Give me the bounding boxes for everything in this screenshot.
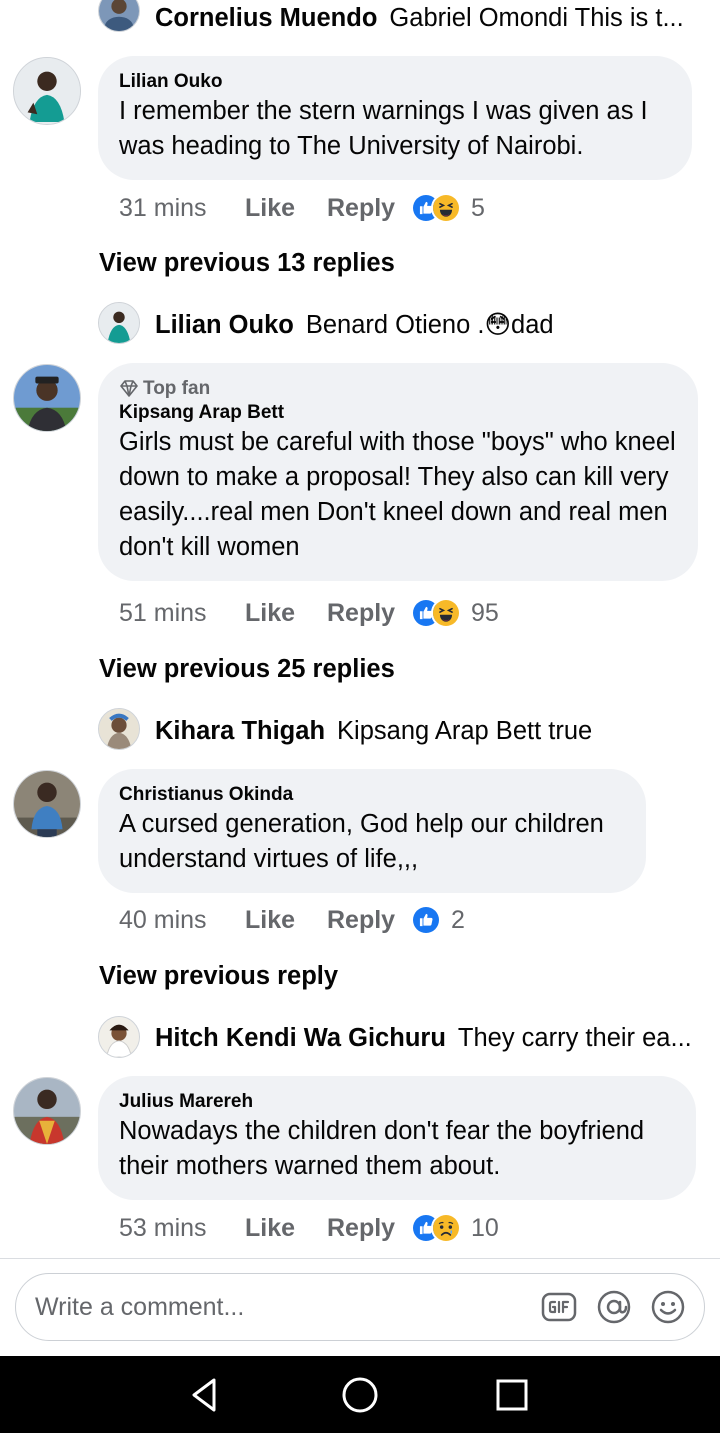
comment-meta: 40 mins Like Reply 2 (119, 903, 465, 937)
comment-bubble[interactable]: Christianus Okinda A cursed generation, … (98, 769, 646, 893)
reply-author-name[interactable]: Hitch Kendi Wa Gichuru (155, 1024, 446, 1053)
reply-avatar[interactable] (98, 1016, 140, 1058)
gif-icon[interactable] (541, 1289, 577, 1325)
reaction-count: 10 (471, 1213, 499, 1242)
comment-input[interactable] (35, 1274, 515, 1340)
reaction-count: 2 (451, 905, 465, 934)
haha-reaction-icon (431, 598, 461, 628)
like-reaction-icon (411, 905, 441, 935)
comment-author[interactable]: Lilian Ouko (119, 70, 670, 94)
reply-author-name[interactable]: Lilian Ouko (155, 311, 294, 340)
reply-text: They carry their ea... (457, 1023, 692, 1052)
comment-time[interactable]: 53 mins (119, 1214, 245, 1243)
commenter-avatar[interactable] (13, 1077, 81, 1145)
reply-avatar[interactable] (98, 708, 140, 750)
reply-button[interactable]: Reply (327, 599, 411, 628)
reply-text: Benard Otieno .😳dad (305, 311, 554, 339)
reply-text: Kipsang Arap Bett true (337, 716, 593, 745)
reaction-count: 95 (471, 598, 499, 627)
comment-text: Nowadays the children don't fear the boy… (119, 1117, 645, 1180)
sad-reaction-icon (431, 1213, 461, 1243)
reaction-summary[interactable]: 95 (411, 598, 499, 628)
back-icon[interactable] (184, 1374, 226, 1416)
comment-author[interactable]: Kipsang Arap Bett (119, 401, 676, 425)
reply-button[interactable]: Reply (327, 1214, 411, 1243)
comment-composer[interactable] (15, 1273, 705, 1341)
like-button[interactable]: Like (245, 906, 327, 935)
reply-author-name[interactable]: Kihara Thigah (155, 717, 325, 746)
reaction-count: 5 (471, 193, 485, 222)
comment-meta: 53 mins Like Reply 10 (119, 1211, 499, 1245)
comment-meta: 31 mins Like Reply 5 (119, 191, 485, 225)
comment-meta: 51 mins Like Reply 95 (119, 596, 499, 630)
comment-time[interactable]: 31 mins (119, 194, 245, 223)
commenter-avatar[interactable] (13, 57, 81, 125)
reply-avatar[interactable] (98, 302, 140, 344)
home-icon[interactable] (339, 1374, 381, 1416)
view-previous-replies-link[interactable]: View previous 25 replies (99, 655, 395, 684)
comment-bubble[interactable]: Julius Marereh Nowadays the children don… (98, 1076, 696, 1200)
commenter-avatar[interactable] (13, 770, 81, 838)
commenter-avatar[interactable] (13, 364, 81, 432)
view-previous-replies-link[interactable]: View previous 13 replies (99, 249, 395, 278)
comment-time[interactable]: 51 mins (119, 599, 245, 628)
recents-icon[interactable] (491, 1374, 533, 1416)
reply-avatar[interactable] (98, 0, 140, 32)
top-fan-badge: Top fan (119, 377, 676, 401)
comment-bubble[interactable]: Top fan Kipsang Arap Bett Girls must be … (98, 363, 698, 581)
diamond-icon (119, 380, 139, 398)
emoji-icon[interactable] (650, 1289, 686, 1325)
comment-text: Girls must be careful with those "boys" … (119, 428, 676, 561)
reply-preview-row[interactable]: Hitch Kendi Wa Gichuru They carry their … (155, 1017, 692, 1059)
reply-preview-row[interactable]: Lilian Ouko Benard Otieno .😳dad (155, 304, 554, 346)
reply-author-name[interactable]: Cornelius Muendo (155, 4, 377, 33)
haha-reaction-icon (431, 193, 461, 223)
comment-bubble[interactable]: Lilian Ouko I remember the stern warning… (98, 56, 692, 180)
reaction-summary[interactable]: 5 (411, 193, 485, 223)
reply-text: Gabriel Omondi This is t... (389, 3, 684, 32)
like-button[interactable]: Like (245, 599, 327, 628)
reply-preview-row[interactable]: Cornelius Muendo Gabriel Omondi This is … (155, 0, 684, 39)
view-previous-replies-link[interactable]: View previous reply (99, 962, 338, 991)
comment-text: A cursed generation, God help our childr… (119, 810, 604, 873)
system-navigation-bar (0, 1356, 720, 1433)
comment-author[interactable]: Christianus Okinda (119, 783, 624, 807)
reply-preview-row[interactable]: Kihara Thigah Kipsang Arap Bett true (155, 710, 592, 752)
comment-time[interactable]: 40 mins (119, 906, 245, 935)
reply-button[interactable]: Reply (327, 906, 411, 935)
reaction-summary[interactable]: 2 (411, 905, 465, 935)
mention-icon[interactable] (596, 1289, 632, 1325)
top-fan-label: Top fan (143, 378, 211, 399)
reaction-summary[interactable]: 10 (411, 1213, 499, 1243)
like-button[interactable]: Like (245, 1214, 327, 1243)
reply-button[interactable]: Reply (327, 194, 411, 223)
like-button[interactable]: Like (245, 194, 327, 223)
comment-text: I remember the stern warnings I was give… (119, 97, 648, 160)
comment-author[interactable]: Julius Marereh (119, 1090, 674, 1114)
